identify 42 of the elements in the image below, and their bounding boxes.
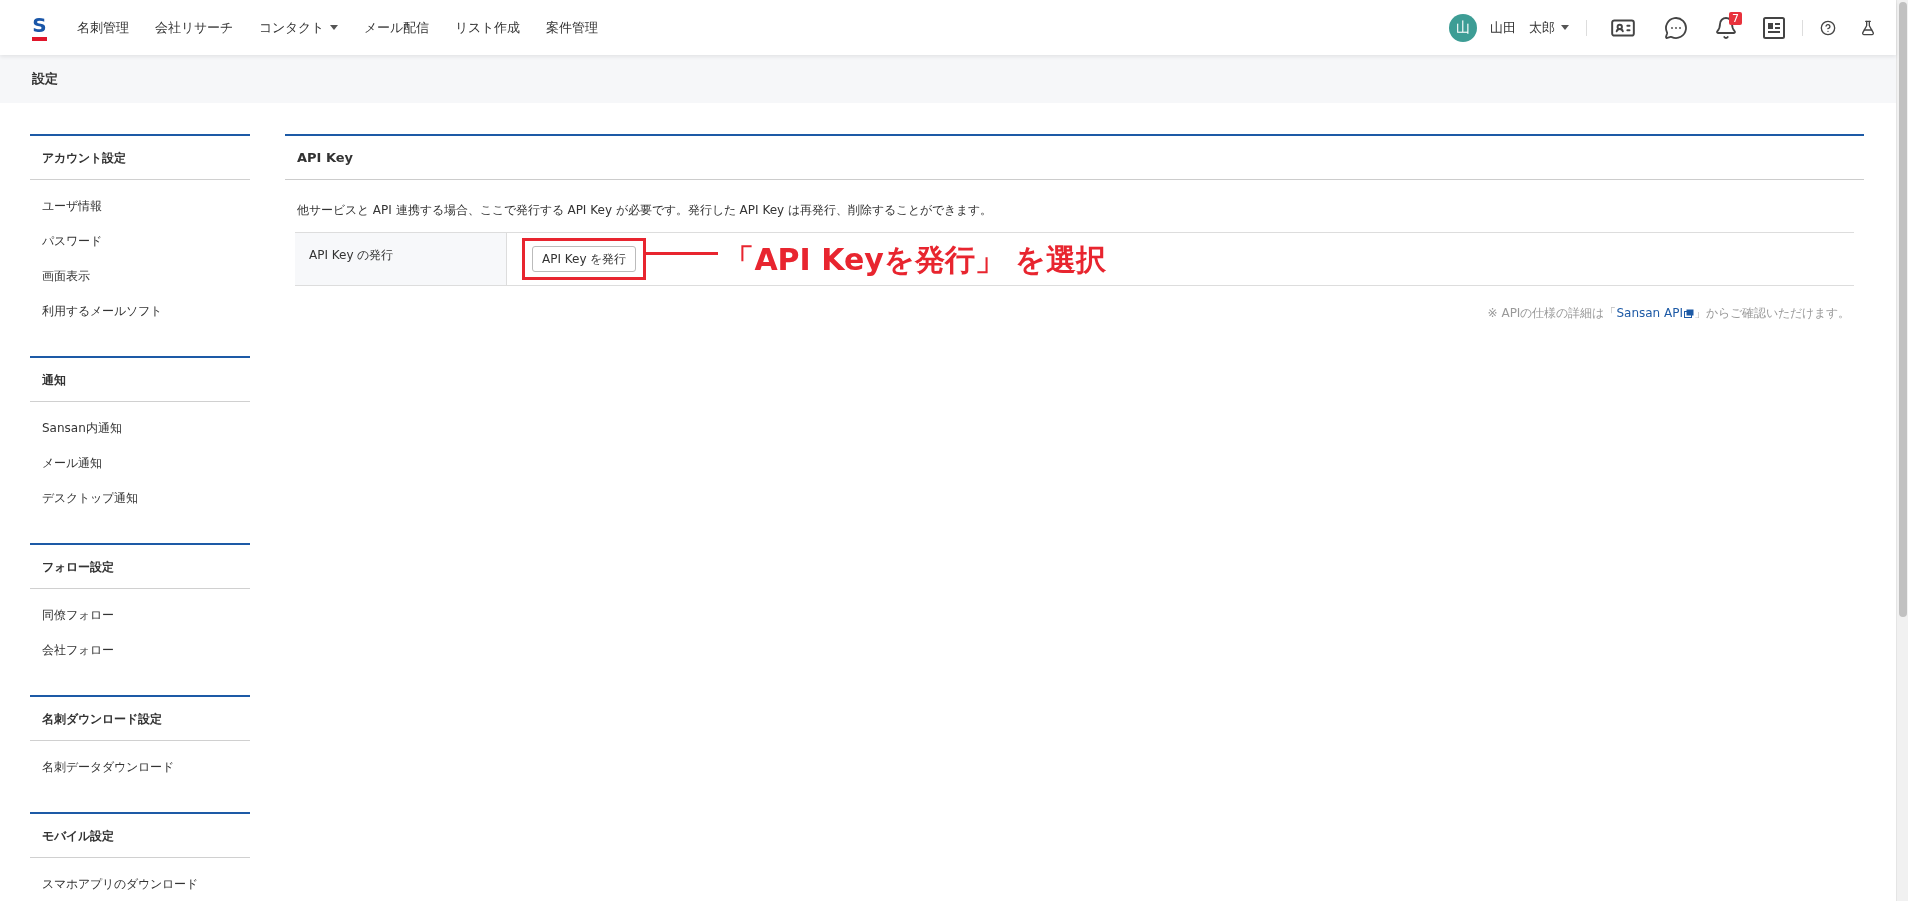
- logo[interactable]: S: [32, 14, 47, 41]
- sidebar-link[interactable]: 会社フォロー: [30, 632, 250, 667]
- sidebar-link[interactable]: デスクトップ通知: [30, 480, 250, 515]
- description-text: 他サービスと API 連携する場合、ここで発行する API Key が必要です。発行した API Key は再発行、削除することができます。: [296, 202, 993, 219]
- chat-icon[interactable]: [1664, 15, 1688, 40]
- sidebar-link[interactable]: 画面表示: [30, 258, 250, 293]
- nav-dropdown[interactable]: コンタクト: [259, 17, 338, 38]
- table-label-cell: API Key の発行: [295, 233, 507, 285]
- sidebar-section-heading: フォロー設定: [30, 543, 250, 589]
- nav-link[interactable]: 案件管理: [546, 17, 598, 38]
- annotation-text: 「API Keyを発行」 を選択: [724, 240, 1107, 279]
- sansan-api-link[interactable]: Sansan API: [1616, 304, 1694, 322]
- sidebar-link[interactable]: パスワード: [30, 223, 250, 258]
- sidebar-link[interactable]: ユーザ情報: [30, 188, 250, 223]
- notification-badge: 7: [1729, 11, 1742, 25]
- nav-link[interactable]: 名刺管理: [77, 17, 129, 38]
- sidebar-link[interactable]: 同僚フォロー: [30, 597, 250, 632]
- flask-icon[interactable]: [1860, 19, 1876, 36]
- sidebar-section-heading: 通知: [30, 356, 250, 402]
- sidebar-link[interactable]: Sansan内通知: [30, 410, 250, 445]
- caret-icon: [330, 25, 338, 30]
- sidebar-link[interactable]: 名刺データダウンロード: [30, 749, 250, 784]
- newspaper-icon[interactable]: [1763, 16, 1785, 39]
- api-spec-note: ※ APIの仕様の詳細は「Sansan API 」からご確認いただけます。: [1487, 304, 1850, 322]
- sidebar-section-heading: モバイル設定: [30, 812, 250, 858]
- scrollbar[interactable]: [1896, 0, 1908, 901]
- panel-heading: API Key: [285, 134, 1864, 180]
- page-title: 設定: [32, 70, 58, 89]
- nav-link[interactable]: メール配信: [364, 17, 429, 38]
- external-link-icon: [1684, 308, 1694, 318]
- nav-link[interactable]: リスト作成: [455, 17, 520, 38]
- notification-icon[interactable]: [1714, 15, 1738, 40]
- sidebar-link[interactable]: スマホアプリのダウンロード: [30, 866, 250, 901]
- help-icon[interactable]: [1820, 19, 1836, 36]
- sidebar-section-heading: アカウント設定: [30, 134, 250, 180]
- user-menu[interactable]: 山田 太郎: [1490, 17, 1569, 38]
- sidebar-link[interactable]: メール通知: [30, 445, 250, 480]
- sidebar-section-heading: 名刺ダウンロード設定: [30, 695, 250, 741]
- issue-api-key-button[interactable]: API Key を発行: [532, 246, 637, 272]
- nav-link[interactable]: 会社リサーチ: [155, 17, 233, 38]
- sidebar-link[interactable]: 利用するメールソフト: [30, 293, 250, 328]
- caret-icon: [1561, 25, 1569, 30]
